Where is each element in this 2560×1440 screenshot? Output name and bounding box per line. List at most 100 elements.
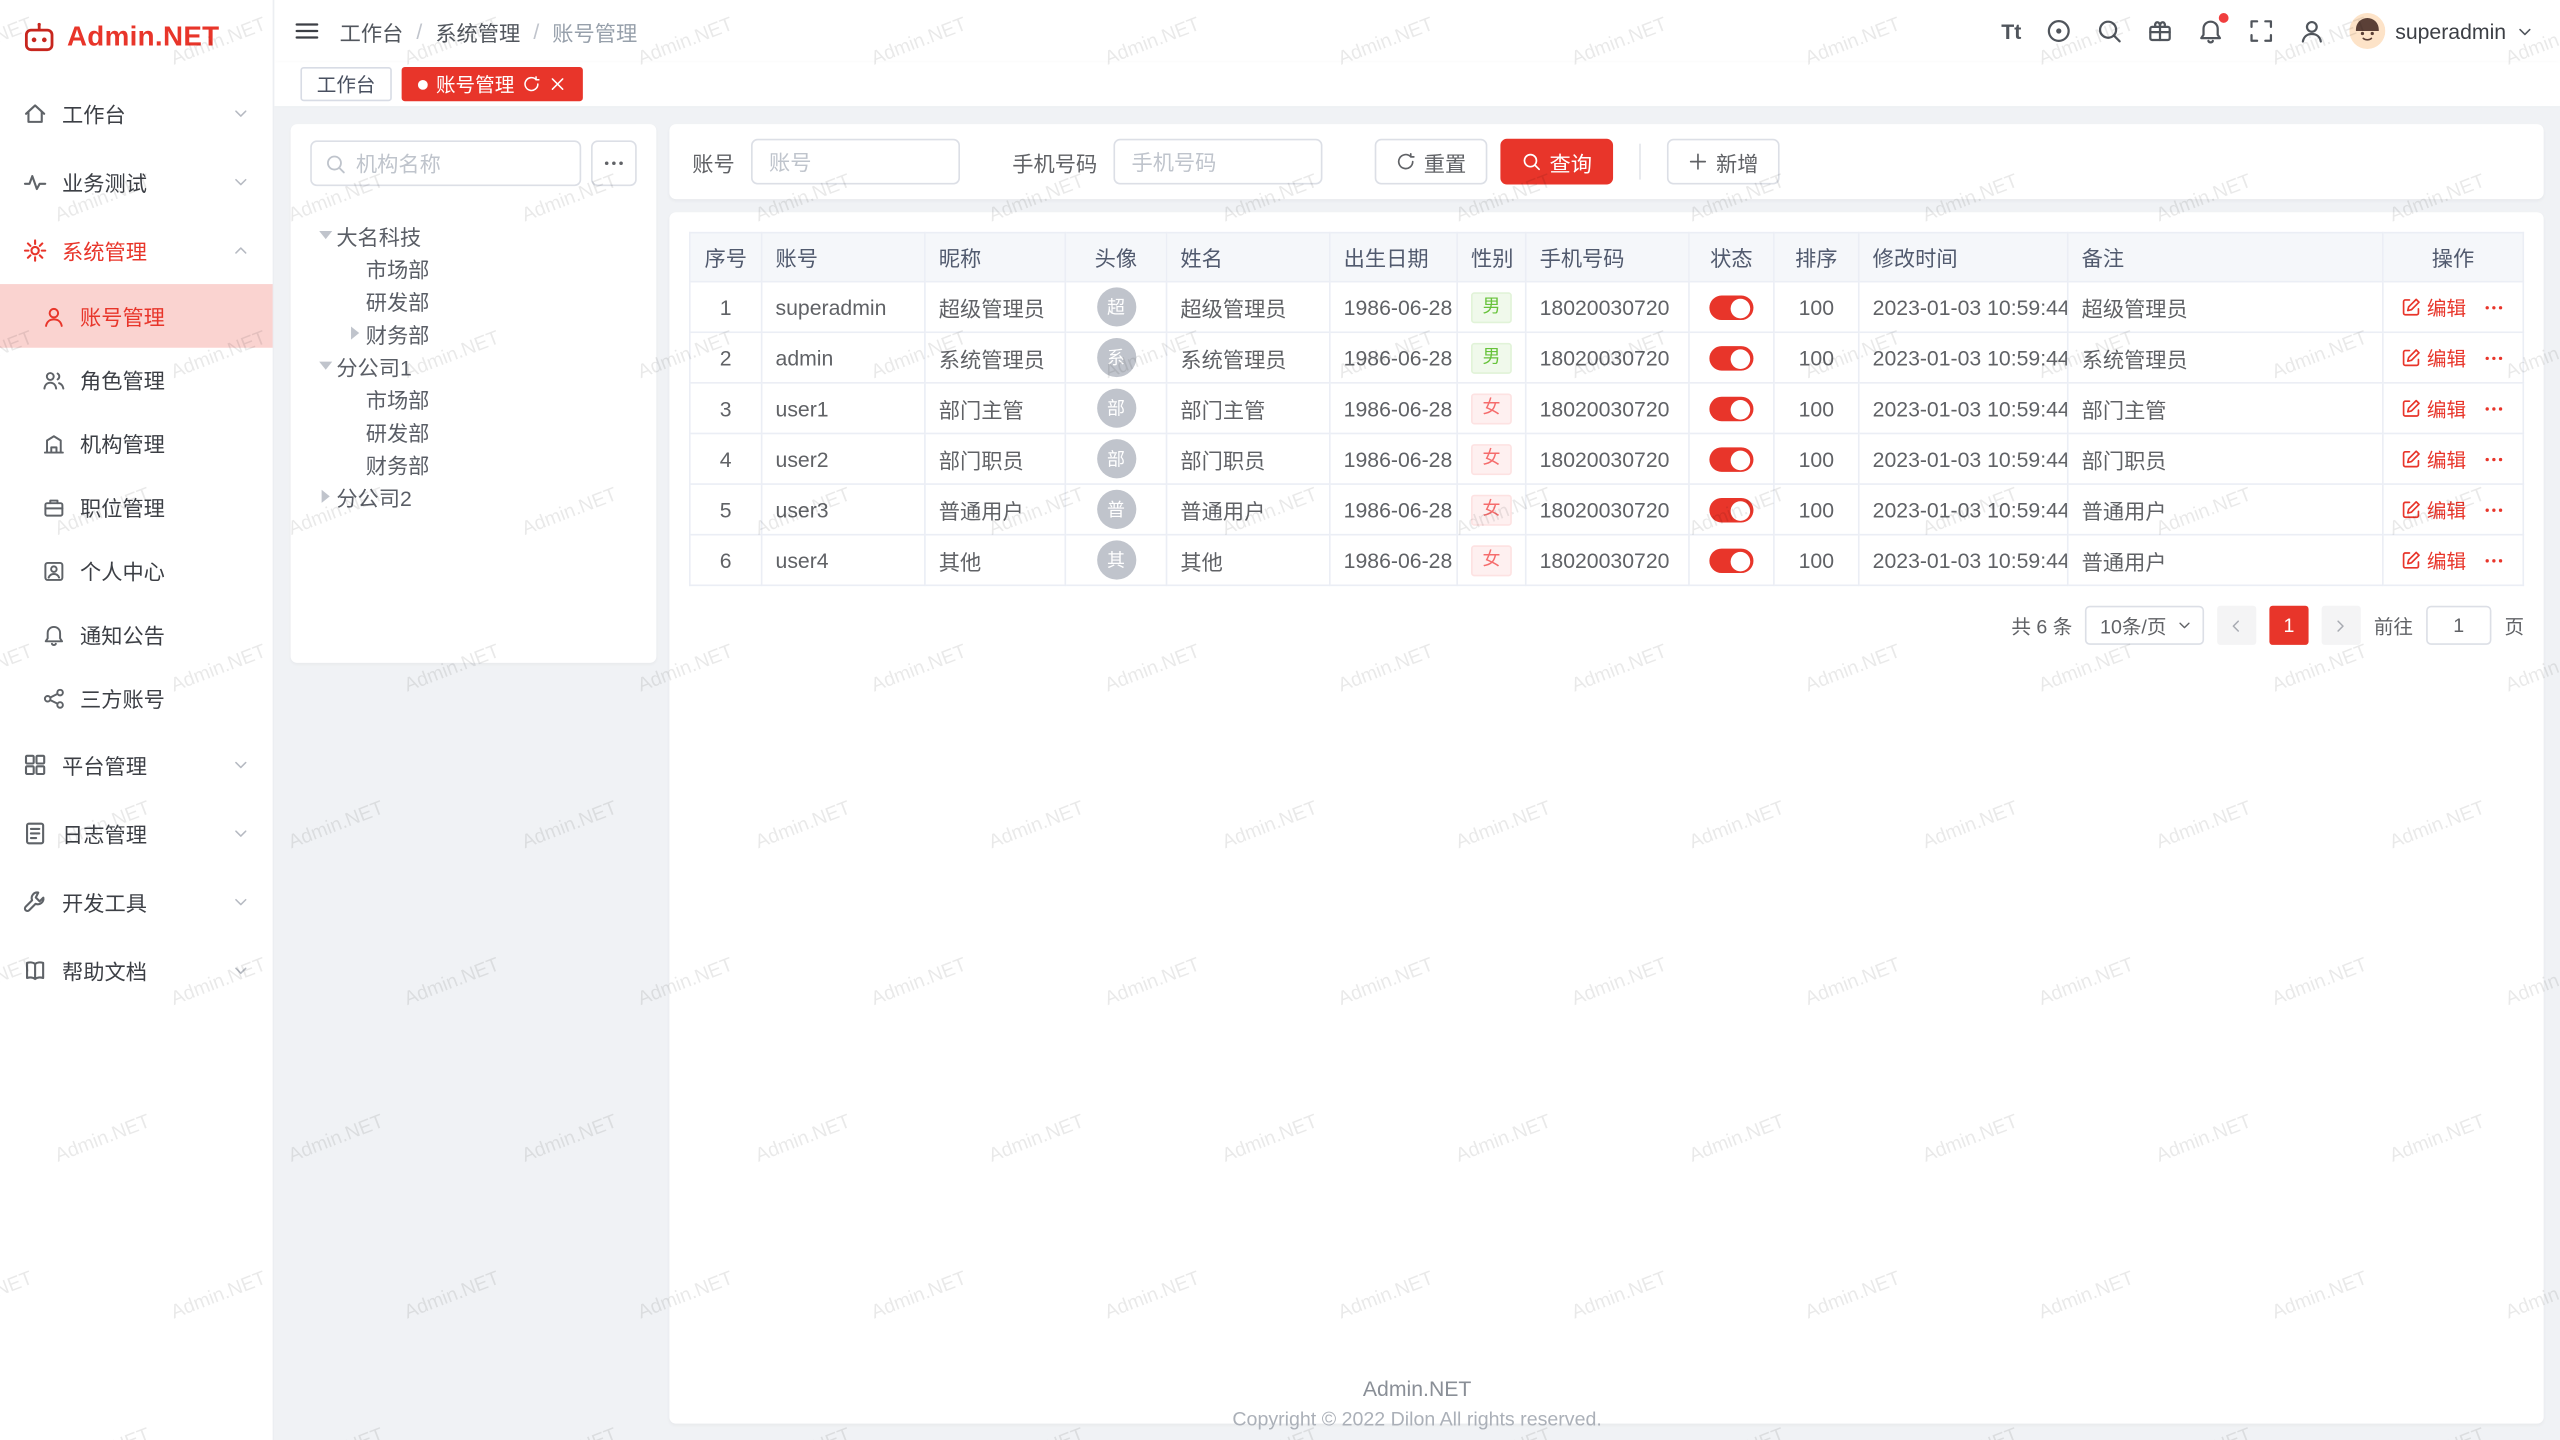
tree-node-4[interactable]: 分公司1 [310,349,637,382]
sidebar-item-org-management[interactable]: 机构管理 [0,411,273,475]
tab-account-management[interactable]: 账号管理 [402,67,583,101]
more-actions-button[interactable] [2482,347,2503,368]
cell-status [1689,484,1774,535]
refresh-icon [1396,152,1416,172]
tree-node-7[interactable]: 财务部 [310,447,637,480]
close-icon[interactable] [549,75,567,93]
status-toggle[interactable] [1709,397,1753,421]
edit-button[interactable]: 编辑 [2402,344,2466,372]
profile-icon[interactable] [2299,18,2325,44]
caret-icon[interactable] [313,485,336,508]
sidebar-item-platform-management[interactable]: 平台管理 [0,730,273,799]
status-toggle[interactable] [1709,549,1753,573]
next-page-button[interactable] [2322,606,2361,645]
tree-node-2[interactable]: 研发部 [310,284,637,317]
cell-time: 2023-01-03 10:59:44 [1859,332,2068,383]
cell-name: 系统管理员 [1167,332,1330,383]
reset-button[interactable]: 重置 [1375,139,1488,185]
sidebar-item-position-management[interactable]: 职位管理 [0,475,273,539]
font-size-icon[interactable]: Tt [2001,19,2021,43]
tree-node-1[interactable]: 市场部 [310,251,637,284]
notification-bell-icon[interactable] [2198,18,2224,44]
page-size-select[interactable]: 10条/页 [2085,606,2204,645]
tree-node-5[interactable]: 市场部 [310,382,637,415]
row-avatar: 其 [1096,540,1135,579]
status-toggle[interactable] [1709,296,1753,320]
cell-order: 100 [1774,484,1859,535]
prev-page-button[interactable] [2217,606,2256,645]
cell-account: user1 [762,383,925,434]
caret-icon[interactable] [313,224,336,247]
account-input[interactable] [751,139,960,185]
sidebar-item-notice-announcement[interactable]: 通知公告 [0,602,273,666]
row-avatar: 部 [1096,439,1135,478]
sidebar-item-label: 开发工具 [62,886,147,917]
sidebar-item-help-docs[interactable]: 帮助文档 [0,936,273,1005]
edit-button[interactable]: 编辑 [2402,496,2466,524]
edit-button[interactable]: 编辑 [2402,546,2466,574]
sidebar-item-account-management[interactable]: 账号管理 [0,284,273,348]
sidebar-item-log-management[interactable]: 日志管理 [0,798,273,867]
phone-input[interactable] [1114,139,1323,185]
tree-node-6[interactable]: 研发部 [310,415,637,448]
active-tab-dot [418,79,428,89]
fullscreen-icon[interactable] [2248,18,2274,44]
menu-toggle-icon[interactable] [294,18,320,44]
refresh-icon[interactable] [523,75,541,93]
sidebar-item-dev-tools[interactable]: 开发工具 [0,867,273,936]
status-toggle[interactable] [1709,447,1753,471]
org-search-field[interactable] [310,140,581,186]
col-header-time: 修改时间 [1859,233,2068,282]
sidebar-item-third-party-account[interactable]: 三方账号 [0,666,273,730]
edit-button[interactable]: 编辑 [2402,293,2466,321]
chevron-down-icon [232,755,250,773]
search-icon[interactable] [2096,18,2122,44]
cell-no: 1 [690,282,762,333]
cell-phone: 18020030720 [1526,433,1689,484]
user-menu[interactable]: superadmin [2349,13,2533,49]
footer-copyright: Copyright © 2022 Dilon All rights reserv… [274,1407,2560,1430]
edit-button[interactable]: 编辑 [2402,394,2466,422]
sidebar-item-system-management[interactable]: 系统管理 [0,216,273,285]
more-actions-button[interactable] [2482,296,2503,317]
more-actions-button[interactable] [2482,398,2503,419]
goto-page-input[interactable] [2426,606,2491,645]
tree-node-label: 市场部 [366,252,430,283]
search-button[interactable]: 查询 [1500,139,1613,185]
breadcrumb-item-workbench[interactable]: 工作台 [340,16,404,47]
sidebar-item-role-management[interactable]: 角色管理 [0,348,273,412]
status-toggle[interactable] [1709,346,1753,370]
tab-workbench[interactable]: 工作台 [300,67,391,101]
sidebar-item-workbench[interactable]: 工作台 [0,78,273,147]
cell-birth: 1986-06-28 [1330,535,1457,586]
tab-label: 工作台 [317,70,376,98]
status-toggle[interactable] [1709,498,1753,522]
tree-node-0[interactable]: 大名科技 [310,219,637,252]
theme-icon[interactable] [2147,18,2173,44]
tree-node-8[interactable]: 分公司2 [310,480,637,513]
row-avatar: 超 [1096,287,1135,326]
cell-birth: 1986-06-28 [1330,433,1457,484]
more-actions-button[interactable] [2482,448,2503,469]
tree-node-3[interactable]: 财务部 [310,317,637,350]
org-search-input[interactable] [356,151,567,175]
sidebar-item-label: 平台管理 [62,749,147,780]
caret-icon[interactable] [313,354,336,377]
caret-icon[interactable] [343,322,366,345]
edit-button[interactable]: 编辑 [2402,445,2466,473]
more-actions-button[interactable] [2482,549,2503,570]
sidebar-item-label: 职位管理 [80,491,165,522]
tree-node-label: 分公司2 [336,481,411,512]
tree-more-button[interactable] [591,140,637,186]
page-1-button[interactable]: 1 [2269,606,2308,645]
cell-birth: 1986-06-28 [1330,484,1457,535]
more-actions-button[interactable] [2482,499,2503,520]
sidebar-item-label: 业务测试 [62,166,147,197]
cell-nickname: 部门职员 [925,433,1065,484]
add-button[interactable]: 新增 [1667,139,1780,185]
sidebar-item-business-test[interactable]: 业务测试 [0,147,273,216]
test-icon [23,169,47,193]
sidebar-item-personal-center[interactable]: 个人中心 [0,539,273,603]
breadcrumb-item-system[interactable]: 系统管理 [435,16,520,47]
component-size-icon[interactable] [2046,18,2072,44]
